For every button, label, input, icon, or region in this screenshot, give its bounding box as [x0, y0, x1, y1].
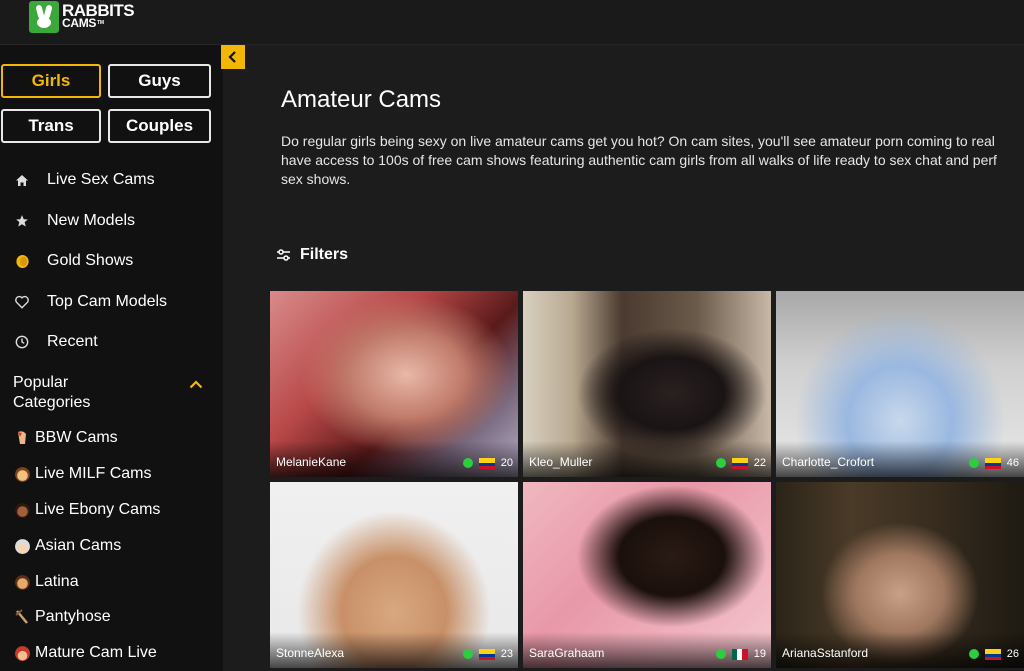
category-label: Mature Cam Live [35, 644, 157, 661]
nav-label: Live Sex Cams [47, 171, 155, 188]
model-card[interactable]: ArianaSstanford 26 [776, 482, 1024, 668]
chevron-up-icon [189, 380, 203, 389]
colombia-flag-icon [984, 457, 1001, 469]
category-live-milf-cams[interactable]: Live MILF Cams [13, 463, 151, 485]
gold-coin-icon [12, 251, 32, 271]
nav-recent[interactable]: Recent [12, 330, 98, 354]
latina-emoji-icon [13, 573, 31, 591]
category-label: Pantyhose [35, 608, 111, 625]
category-mature-cam-live[interactable]: Mature Cam Live [13, 642, 157, 664]
logo-line2: CAMS [62, 16, 97, 30]
page-description: Do regular girls being sexy on live amat… [281, 132, 1024, 189]
category-label: Latina [35, 573, 79, 590]
filters-label: Filters [300, 246, 349, 263]
ebony-emoji-icon [13, 501, 31, 519]
nav-top-cam-models[interactable]: Top Cam Models [12, 290, 167, 314]
nav-label: Gold Shows [47, 252, 134, 269]
asian-emoji-icon [13, 537, 31, 555]
nav-live-sex-cams[interactable]: Live Sex Cams [12, 168, 155, 192]
gender-button-girls[interactable]: Girls [1, 64, 101, 98]
description-line: Do regular girls being sexy on live amat… [281, 133, 995, 149]
model-name: MelanieKane [276, 455, 347, 469]
site-logo[interactable]: RABBITS CAMSTM [29, 1, 135, 33]
viewer-count: 26 [1006, 648, 1019, 660]
viewer-count: 46 [1006, 457, 1019, 469]
model-name: Kleo_Muller [529, 455, 593, 469]
gender-button-guys[interactable]: Guys [108, 64, 211, 98]
colombia-flag-icon [984, 648, 1001, 660]
viewer-count: 20 [500, 457, 513, 469]
gender-button-trans[interactable]: Trans [1, 109, 101, 143]
nav-label: New Models [47, 212, 136, 229]
online-status-icon [462, 649, 473, 659]
model-card[interactable]: StonneAlexa 23 [270, 482, 518, 668]
sliders-icon [277, 249, 290, 261]
description-line: have access to 100s of free cam shows fe… [281, 152, 997, 168]
gender-button-couples[interactable]: Couples [108, 109, 211, 143]
chevron-left-icon [228, 51, 236, 63]
viewer-count: 22 [753, 457, 766, 469]
home-icon [12, 170, 32, 190]
model-name: Charlotte_Crofort [782, 455, 875, 469]
mexico-flag-icon [731, 648, 748, 660]
heart-icon [12, 292, 32, 312]
viewer-count: 19 [753, 648, 766, 660]
category-label: Live MILF Cams [35, 465, 152, 482]
colombia-flag-icon [478, 648, 495, 660]
online-status-icon [715, 458, 726, 468]
online-status-icon [715, 649, 726, 659]
online-status-icon [462, 458, 473, 468]
mature-emoji-icon [13, 644, 31, 662]
model-card[interactable]: Kleo_Muller 22 [523, 291, 771, 477]
page-title: Amateur Cams [281, 86, 442, 113]
clock-icon [12, 332, 32, 352]
model-card[interactable]: MelanieKane 20 [270, 291, 518, 477]
sidebar-collapse-button[interactable] [221, 45, 245, 69]
popular-categories-header[interactable]: Popular Categories [13, 373, 213, 413]
online-status-icon [968, 458, 979, 468]
viewer-count: 23 [500, 648, 513, 660]
rabbit-logo-icon [29, 1, 59, 33]
description-line: sex shows. [281, 171, 351, 187]
pantyhose-emoji-icon [13, 608, 31, 626]
milf-emoji-icon [13, 465, 31, 483]
nav-label: Top Cam Models [47, 293, 168, 310]
top-bar: RABBITS CAMSTM [0, 0, 1024, 45]
category-pantyhose[interactable]: Pantyhose [13, 606, 111, 628]
logo-suffix: TM [97, 20, 104, 26]
model-card[interactable]: SaraGrahaam 19 [523, 482, 771, 668]
colombia-flag-icon [731, 457, 748, 469]
category-label: Asian Cams [35, 537, 122, 554]
model-name: SaraGrahaam [529, 646, 605, 660]
model-name: StonneAlexa [276, 646, 345, 660]
popular-categories-title: Popular Categories [13, 374, 91, 411]
nav-gold-shows[interactable]: Gold Shows [12, 249, 133, 273]
category-label: BBW Cams [35, 429, 118, 446]
filters-button[interactable]: Filters [276, 246, 348, 264]
category-live-ebony-cams[interactable]: Live Ebony Cams [13, 499, 160, 521]
model-name: ArianaSstanford [782, 646, 869, 660]
category-asian-cams[interactable]: Asian Cams [13, 535, 121, 557]
star-icon [12, 211, 32, 231]
nav-label: Recent [47, 333, 98, 350]
category-bbw-cams[interactable]: BBW Cams [13, 427, 118, 449]
bbw-emoji-icon [13, 429, 31, 447]
category-latina[interactable]: Latina [13, 571, 79, 593]
model-card[interactable]: Charlotte_Crofort 46 [776, 291, 1024, 477]
nav-new-models[interactable]: New Models [12, 209, 135, 233]
online-status-icon [968, 649, 979, 659]
category-label: Live Ebony Cams [35, 501, 161, 518]
colombia-flag-icon [478, 457, 495, 469]
